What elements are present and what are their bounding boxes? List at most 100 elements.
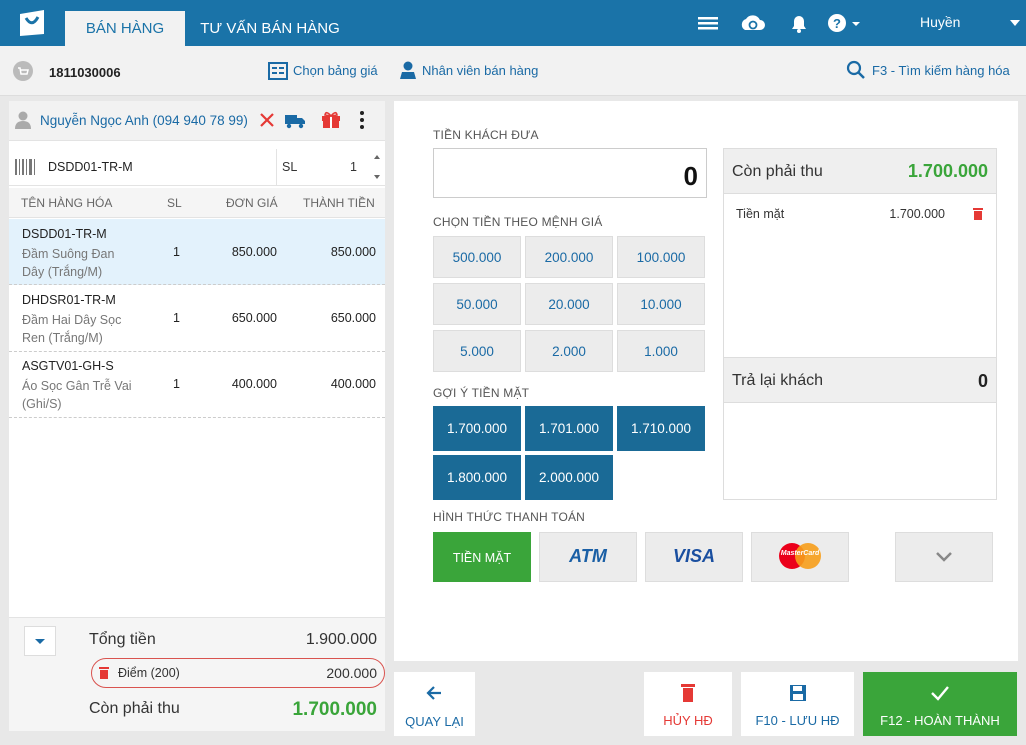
change-value: 0 — [977, 371, 988, 391]
denom-button[interactable]: 100.000 — [617, 236, 705, 278]
denom-button[interactable]: 10.000 — [617, 283, 705, 325]
item-code-input[interactable]: DSDD01-TR-M — [48, 160, 133, 174]
checkmark-icon — [931, 686, 949, 701]
mastercard-logo-icon — [779, 543, 821, 569]
complete-button[interactable]: F12 - HOÀN THÀNH — [863, 672, 1017, 736]
row-code: DSDD01-TR-M — [22, 227, 107, 241]
suggest-label: GỢI Ý TIỀN MẶT — [433, 386, 530, 400]
floppy-disk-icon — [789, 685, 806, 701]
row-qty: 1 — [173, 245, 180, 259]
tab-sales[interactable]: BÁN HÀNG — [65, 11, 185, 46]
close-icon[interactable] — [258, 111, 276, 132]
change-label: Trả lại khách — [732, 372, 823, 389]
total-label: Tổng tiền — [89, 631, 156, 648]
help-icon[interactable]: ? — [825, 10, 865, 36]
visa-method-button[interactable]: VISA — [645, 532, 743, 582]
row-product-name: Đầm Hai Dây Sọc Ren (Trắng/M) — [22, 313, 122, 345]
row-code: DHDSR01-TR-M — [22, 293, 116, 307]
barcode-icon — [14, 157, 38, 180]
menu-icon[interactable] — [695, 10, 721, 36]
person-icon — [13, 110, 33, 133]
row-total: 650.000 — [330, 311, 376, 325]
invoice-id: 1811030006 — [49, 65, 121, 80]
row-qty: 1 — [173, 311, 180, 325]
denom-button[interactable]: 20.000 — [525, 283, 613, 325]
row-price: 850.000 — [231, 245, 277, 259]
suggest-button[interactable]: 1.710.000 — [617, 406, 705, 451]
row-price: 400.000 — [231, 377, 277, 391]
denom-button[interactable]: 50.000 — [433, 283, 521, 325]
cancel-invoice-button[interactable]: HỦY HĐ — [644, 672, 732, 736]
row-product-name: Áo Sọc Gân Trễ Vai (Ghi/S) — [22, 379, 132, 411]
row-price: 650.000 — [231, 311, 277, 325]
more-methods-button[interactable] — [895, 532, 993, 582]
chevron-down-icon[interactable] — [1010, 20, 1020, 26]
qty-input[interactable]: 1 — [350, 160, 357, 174]
row-total: 400.000 — [330, 377, 376, 391]
col-qty: SL — [167, 196, 182, 210]
save-invoice-button[interactable]: F10 - LƯU HĐ — [741, 672, 854, 736]
customer-name[interactable]: Nguyễn Ngọc Anh (094 940 78 99) — [40, 113, 248, 128]
col-total: THÀNH TIỀN — [303, 196, 375, 210]
points-value: 200.000 — [326, 665, 377, 681]
summary-due-label: Còn phải thu — [732, 163, 823, 180]
divider — [276, 149, 277, 186]
app-logo-icon — [16, 8, 48, 38]
row-product-name: Đầm Suông Đan Dây (Trắng/M) — [22, 247, 115, 279]
back-button[interactable]: QUAY LẠI — [394, 672, 475, 736]
atm-method-button[interactable]: ATM — [539, 532, 637, 582]
search-icon[interactable] — [846, 60, 866, 83]
denom-button[interactable]: 500.000 — [433, 236, 521, 278]
expand-totals-button[interactable] — [24, 626, 56, 656]
suggest-button[interactable]: 2.000.000 — [525, 455, 613, 500]
cash-method-button[interactable]: TIỀN MẶT — [433, 532, 531, 582]
qty-label: SL — [282, 160, 298, 174]
trash-icon[interactable] — [972, 207, 984, 224]
qty-stepper[interactable] — [372, 153, 382, 184]
row-code: ASGTV01-GH-S — [22, 359, 114, 373]
staff-icon — [398, 60, 418, 83]
delivery-truck-icon[interactable] — [284, 110, 306, 133]
denom-label: CHỌN TIỀN THEO MỆNH GIÁ — [433, 215, 603, 229]
cash-line-label: Tiền mặt — [736, 207, 785, 221]
save-label: F10 - LƯU HĐ — [755, 713, 840, 728]
cloud-sync-icon[interactable] — [738, 10, 765, 36]
cart-icon — [12, 60, 34, 85]
summary-due-value: 1.700.000 — [907, 161, 988, 181]
denom-button[interactable]: 5.000 — [433, 330, 521, 372]
denom-button[interactable]: 1.000 — [617, 330, 705, 372]
given-label: TIỀN KHÁCH ĐƯA — [433, 128, 539, 142]
chevron-down-icon — [936, 552, 952, 562]
points-label: Điểm (200) — [118, 666, 180, 680]
staff-button[interactable]: Nhân viên bán hàng — [422, 63, 538, 78]
mastercard-label: MasterCard — [780, 550, 820, 557]
col-product-name: TÊN HÀNG HÓA — [21, 196, 113, 210]
suggest-button[interactable]: 1.800.000 — [433, 455, 521, 500]
price-list-icon — [268, 61, 288, 84]
product-search-button[interactable]: F3 - Tìm kiếm hàng hóa — [872, 63, 1010, 78]
svg-text:?: ? — [833, 16, 841, 31]
trash-icon[interactable] — [98, 666, 110, 683]
price-list-button[interactable]: Chọn bảng giá — [293, 63, 378, 78]
total-value: 1.900.000 — [305, 631, 377, 648]
user-name[interactable]: Huyền — [920, 14, 960, 30]
row-qty: 1 — [173, 377, 180, 391]
due-value: 1.700.000 — [292, 699, 377, 720]
col-unit-price: ĐƠN GIÁ — [226, 196, 278, 210]
suggest-button[interactable]: 1.701.000 — [525, 406, 613, 451]
arrow-left-icon — [425, 686, 441, 700]
cash-line-value: 1.700.000 — [889, 207, 945, 221]
tab-sales-consulting[interactable]: TƯ VẤN BÁN HÀNG — [190, 11, 350, 46]
complete-label: F12 - HOÀN THÀNH — [880, 713, 1000, 728]
method-label: HÌNH THỨC THANH TOÁN — [433, 510, 586, 524]
denom-button[interactable]: 2.000 — [525, 330, 613, 372]
bell-icon[interactable] — [786, 10, 812, 36]
back-label: QUAY LẠI — [405, 714, 464, 729]
more-options-icon[interactable] — [358, 110, 366, 133]
suggest-button[interactable]: 1.700.000 — [433, 406, 521, 451]
payment-summary — [723, 148, 997, 500]
denom-button[interactable]: 200.000 — [525, 236, 613, 278]
mastercard-method-button[interactable] — [751, 532, 849, 582]
gift-icon[interactable] — [320, 109, 342, 132]
given-value[interactable]: 0 — [600, 161, 698, 192]
